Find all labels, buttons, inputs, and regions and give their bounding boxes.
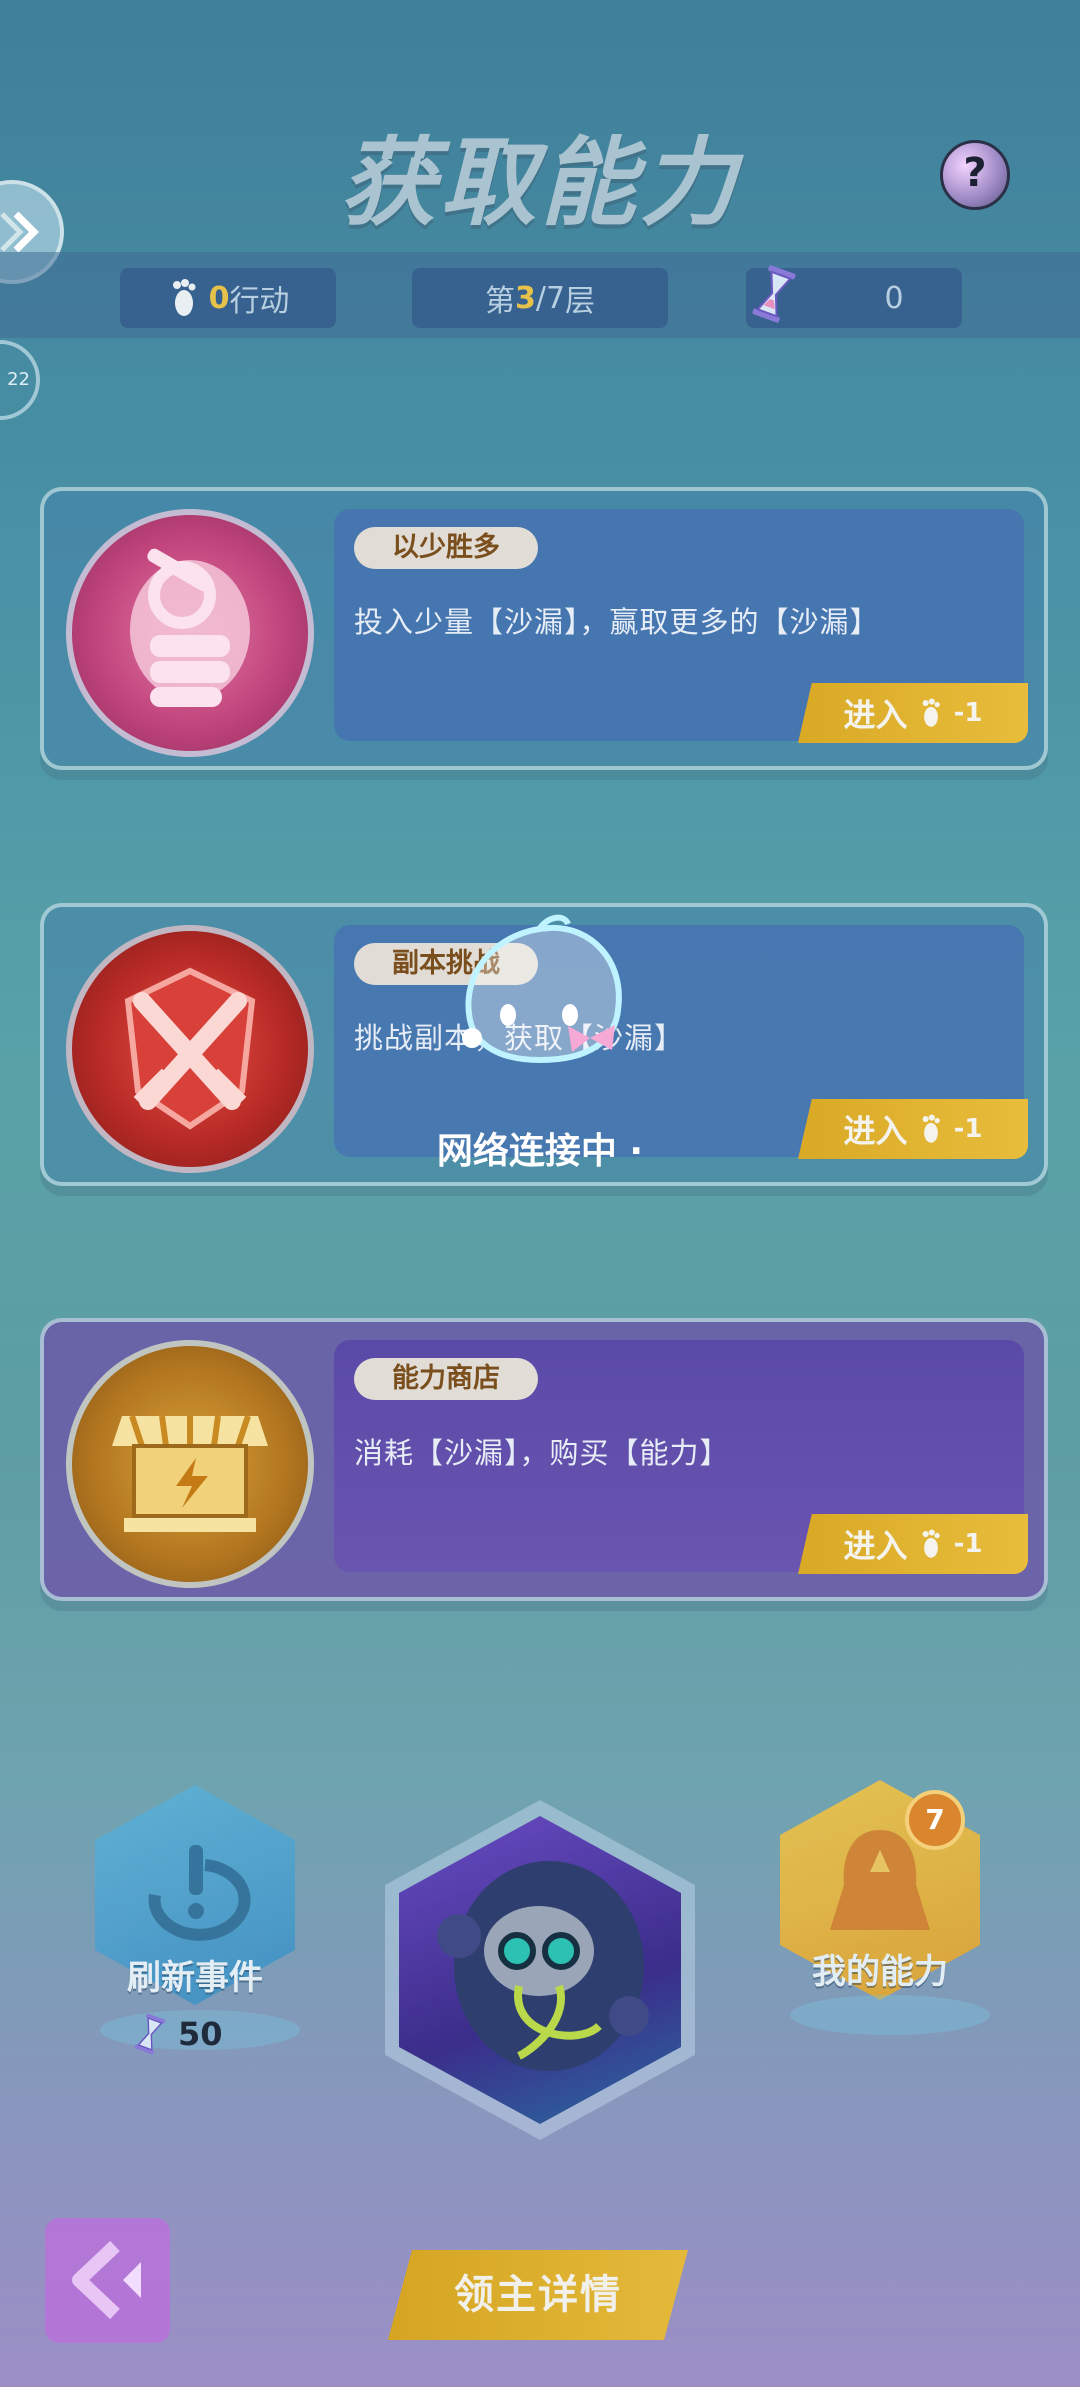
event-icon-frame bbox=[66, 509, 314, 757]
footprint-icon bbox=[922, 698, 940, 727]
my-abilities-label: 我的能力 bbox=[812, 1952, 948, 1992]
hourglass-count: 0 bbox=[884, 280, 904, 316]
robot-lord-icon bbox=[437, 1861, 649, 2071]
floor-chip: 第 3 / 7 层 bbox=[412, 268, 668, 328]
lord-avatar bbox=[399, 1816, 681, 2124]
event-tag: 以少胜多 bbox=[354, 527, 538, 569]
floor-separator: / bbox=[535, 280, 546, 316]
event-info-panel: 能力商店 消耗【沙漏】，购买【能力】 进入 -1 bbox=[334, 1340, 1028, 1574]
hourglass-icon bbox=[752, 265, 796, 323]
event-tag: 能力商店 bbox=[354, 1358, 538, 1400]
event-description: 消耗【沙漏】，购买【能力】 bbox=[354, 1436, 730, 1470]
enter-button[interactable]: 进入 -1 bbox=[798, 1514, 1028, 1574]
back-arrow-icon bbox=[72, 2240, 141, 2320]
actions-unit: 行动 bbox=[229, 284, 290, 319]
actions-value: 0 bbox=[208, 280, 230, 316]
footprint-icon bbox=[922, 1529, 940, 1558]
floor-total: 7 bbox=[545, 280, 566, 316]
lord-avatar-frame[interactable] bbox=[385, 1800, 695, 2140]
loading-mascot-icon bbox=[462, 914, 622, 1064]
floor-suffix: 层 bbox=[565, 284, 596, 319]
enter-label: 进入 bbox=[843, 696, 908, 734]
shop-icon bbox=[112, 1415, 268, 1532]
loading-text: 网络连接中 · bbox=[436, 1131, 644, 1172]
side-sleep-button[interactable]: 22 bbox=[0, 340, 40, 420]
abilities-count-badge: 7 bbox=[905, 1790, 965, 1850]
refresh-events-label: 刷新事件 bbox=[127, 1958, 263, 1998]
fist-icon bbox=[130, 548, 250, 707]
sleep-label: 22 bbox=[7, 369, 30, 390]
enter-button[interactable]: 进入 -1 bbox=[798, 683, 1028, 743]
refresh-cost: 50 bbox=[130, 2010, 223, 2058]
floor-current: 3 bbox=[514, 280, 536, 316]
enter-label: 进入 bbox=[843, 1527, 908, 1565]
event-card-shop[interactable]: 能力商店 消耗【沙漏】，购买【能力】 进入 -1 bbox=[40, 1318, 1048, 1601]
enter-cost: -1 bbox=[953, 698, 983, 728]
floor-prefix: 第 bbox=[484, 284, 515, 319]
refresh-cost-value: 50 bbox=[178, 2015, 223, 2053]
help-button[interactable]: ? bbox=[940, 140, 1010, 210]
event-description: 投入少量【沙漏】，赢取更多的【沙漏】 bbox=[354, 605, 880, 639]
page-title: 获取能力 bbox=[340, 127, 740, 239]
lord-details-button[interactable]: 领主详情 bbox=[388, 2250, 688, 2340]
hourglass-chip: 0 bbox=[746, 265, 962, 328]
event-card-outnumber[interactable]: 以少胜多 投入少量【沙漏】，赢取更多的【沙漏】 进入 -1 bbox=[40, 487, 1048, 770]
hourglass-icon bbox=[134, 2013, 166, 2055]
back-button[interactable] bbox=[45, 2218, 170, 2343]
event-info-panel: 以少胜多 投入少量【沙漏】，赢取更多的【沙漏】 进入 -1 bbox=[334, 509, 1028, 743]
enter-cost: -1 bbox=[953, 1529, 983, 1559]
footprint-icon bbox=[172, 279, 196, 316]
abilities-pedestal bbox=[790, 1995, 990, 2035]
event-icon-frame bbox=[66, 1340, 314, 1588]
actions-chip: 0 行动 bbox=[120, 268, 336, 328]
